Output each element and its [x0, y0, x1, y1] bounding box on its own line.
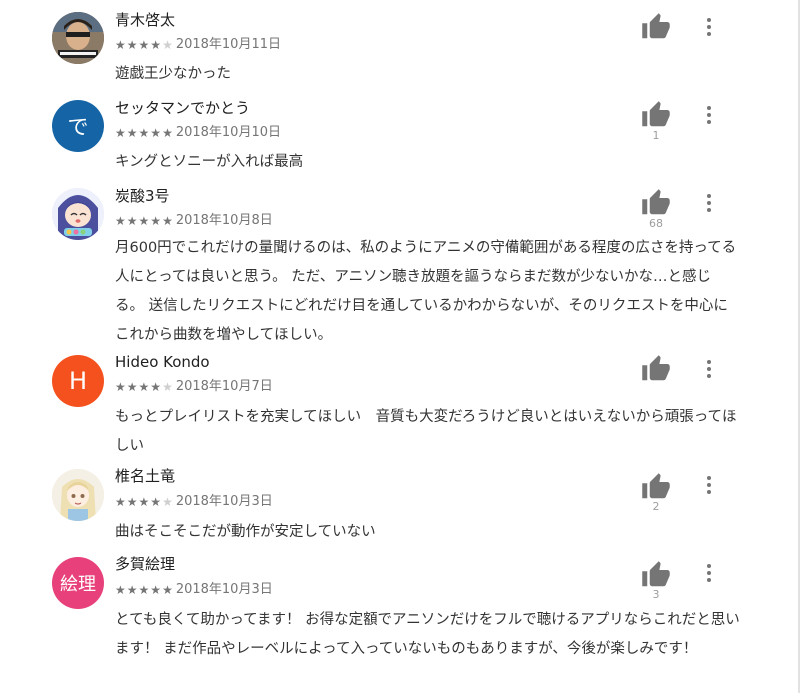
review-date: 2018年10月11日	[175, 37, 281, 52]
review-meta: ★ ★ ★ ★ ★ 2018年10月7日	[115, 378, 273, 396]
star-icon: ★	[138, 38, 151, 52]
star-icon: ★	[138, 583, 151, 597]
star-icon: ★	[126, 126, 139, 140]
more-vert-icon[interactable]	[696, 470, 722, 500]
thumb-up-icon[interactable]	[641, 560, 671, 590]
review-body: 月600円でこれだけの量聞けるのは、私のようにアニメの守備範囲がある程度の広さを…	[115, 240, 737, 343]
review-body: 曲はそこそこだが動作が安定していない	[115, 524, 376, 540]
thumb-up-icon[interactable]	[641, 12, 671, 42]
avatar[interactable]: H	[52, 355, 104, 407]
star-rating: ★ ★ ★ ★ ★	[115, 36, 174, 54]
star-icon: ★	[126, 380, 139, 394]
star-icon: ★	[150, 126, 163, 140]
avatar[interactable]: 絵理	[52, 557, 104, 609]
review-meta: ★ ★ ★ ★ ★ 2018年10月3日	[115, 581, 273, 599]
review-date: 2018年10月7日	[175, 379, 273, 394]
avatar-letter: 絵理	[60, 574, 96, 595]
star-icon: ★	[126, 583, 139, 597]
star-icon: ★	[162, 38, 174, 52]
review-date: 2018年10月3日	[175, 582, 273, 597]
thumb-up-icon[interactable]	[641, 100, 671, 130]
star-icon: ★	[150, 495, 163, 509]
star-rating: ★ ★ ★ ★ ★	[115, 581, 174, 599]
more-vert-icon[interactable]	[696, 12, 722, 42]
star-icon: ★	[115, 380, 127, 394]
star-icon: ★	[162, 495, 174, 509]
thumb-up-icon[interactable]	[641, 354, 671, 384]
like-count: 3	[652, 588, 660, 601]
review-body: キングとソニーが入れば最高	[115, 154, 304, 170]
review-body: もっとプレイリストを充実してほしい 音質も大変だろうけど良いとはいえないから頑張…	[115, 409, 737, 454]
review-item: で セッタマンでかとう ★ ★ ★ ★ ★ 2018年10月10日 1 キングと…	[0, 98, 790, 178]
review-body: 遊戯王少なかった	[115, 66, 231, 82]
review-author: セッタマンでかとう	[115, 99, 251, 117]
star-icon: ★	[150, 380, 163, 394]
review-date: 2018年10月10日	[175, 125, 281, 140]
review-author: 多賀絵理	[115, 555, 176, 573]
avatar[interactable]	[52, 469, 104, 521]
star-icon: ★	[162, 380, 174, 394]
review-author: 椎名土竜	[115, 467, 176, 485]
star-icon: ★	[162, 126, 174, 140]
avatar-letter: H	[68, 367, 88, 395]
review-meta: ★ ★ ★ ★ ★ 2018年10月11日	[115, 36, 281, 54]
star-icon: ★	[115, 126, 127, 140]
like-count: 1	[652, 129, 660, 142]
review-date: 2018年10月8日	[175, 213, 273, 228]
review-meta: ★ ★ ★ ★ ★ 2018年10月3日	[115, 493, 273, 511]
star-icon: ★	[150, 583, 163, 597]
thumb-up-icon[interactable]	[641, 188, 671, 218]
star-icon: ★	[115, 583, 127, 597]
avatar-letter: で	[67, 115, 89, 139]
star-icon: ★	[150, 38, 163, 52]
star-icon: ★	[115, 495, 127, 509]
review-date: 2018年10月3日	[175, 494, 273, 509]
star-rating: ★ ★ ★ ★ ★	[115, 124, 174, 142]
avatar[interactable]: で	[52, 100, 104, 152]
review-author: 青木啓太	[115, 11, 176, 29]
thumb-up-icon[interactable]	[641, 472, 671, 502]
review-meta: ★ ★ ★ ★ ★ 2018年10月10日	[115, 124, 281, 142]
review-item: 絵理 多賀絵理 ★ ★ ★ ★ ★ 2018年10月3日 3 とても良くて助かっ…	[0, 554, 790, 693]
like-count: 68	[649, 217, 663, 230]
more-vert-icon[interactable]	[696, 188, 722, 218]
star-icon: ★	[126, 495, 139, 509]
review-item: H Hideo Kondo ★ ★ ★ ★ ★ 2018年10月7日 もっとプレ…	[0, 352, 790, 462]
review-item: 青木啓太 ★ ★ ★ ★ ★ 2018年10月11日 遊戯王少なかった	[0, 10, 790, 90]
review-body: とても良くて助かってます！ お得な定額でアニソンだけをフルで聴けるアプリならこれ…	[115, 612, 740, 657]
review-meta: ★ ★ ★ ★ ★ 2018年10月8日	[115, 212, 273, 230]
star-icon: ★	[150, 214, 163, 228]
star-icon: ★	[115, 214, 127, 228]
avatar[interactable]	[52, 12, 104, 64]
star-icon: ★	[162, 583, 174, 597]
star-icon: ★	[138, 214, 151, 228]
review-author: Hideo Kondo	[115, 353, 210, 371]
star-icon: ★	[138, 380, 151, 394]
star-rating: ★ ★ ★ ★ ★	[115, 493, 174, 511]
review-author: 炭酸3号	[115, 187, 170, 205]
star-icon: ★	[162, 214, 174, 228]
review-item: 炭酸3号 ★ ★ ★ ★ ★ 2018年10月8日 68 月600円でこれだけの…	[0, 186, 790, 346]
star-icon: ★	[138, 495, 151, 509]
more-vert-icon[interactable]	[696, 100, 722, 130]
review-item: 椎名土竜 ★ ★ ★ ★ ★ 2018年10月3日 2 曲はそこそこだが動作が安…	[0, 466, 790, 548]
star-icon: ★	[126, 214, 139, 228]
more-vert-icon[interactable]	[696, 558, 722, 588]
star-icon: ★	[138, 126, 151, 140]
star-rating: ★ ★ ★ ★ ★	[115, 212, 174, 230]
avatar[interactable]	[52, 188, 104, 240]
more-vert-icon[interactable]	[696, 354, 722, 384]
like-count: 2	[652, 500, 660, 513]
star-icon: ★	[115, 38, 127, 52]
star-icon: ★	[126, 38, 139, 52]
star-rating: ★ ★ ★ ★ ★	[115, 378, 174, 396]
